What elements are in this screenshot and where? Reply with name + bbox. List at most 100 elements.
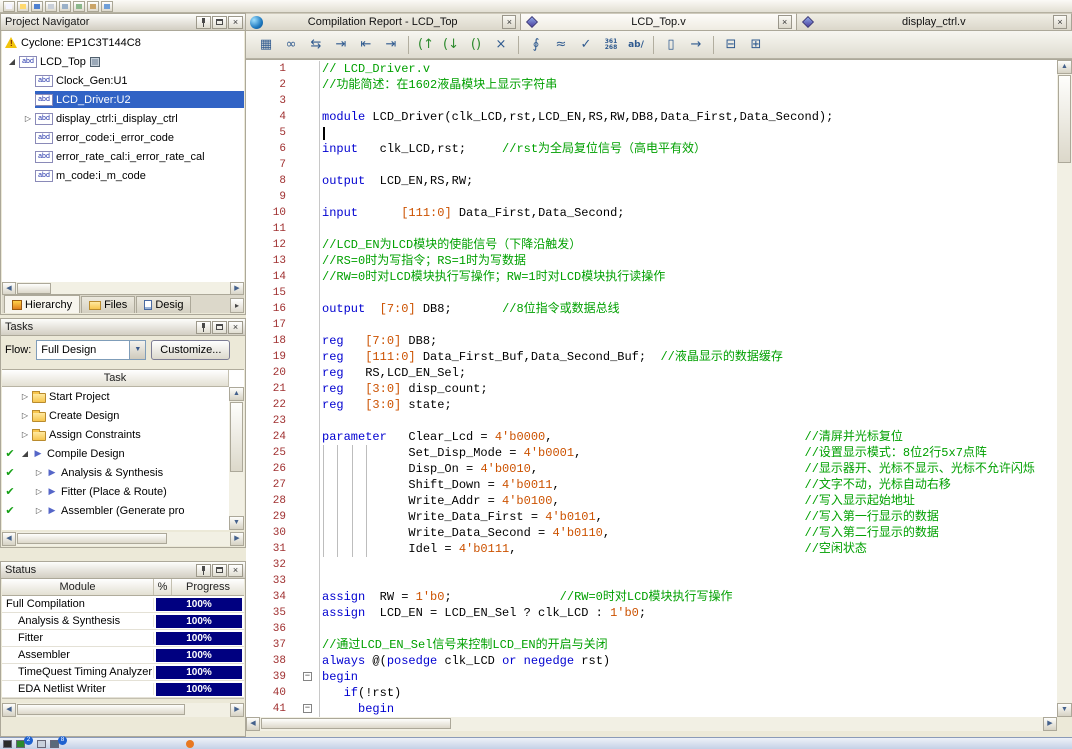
editor-hscrollbar[interactable]: ◀▶ — [246, 717, 1057, 731]
task-collapsed-arrow-icon[interactable]: ▷ — [18, 411, 32, 420]
task-row[interactable]: ✔▷▶Assembler (Generate pro — [2, 501, 229, 520]
tab-scroll-button[interactable]: ▸ — [230, 298, 244, 313]
save-icon[interactable] — [31, 1, 43, 12]
attach-icon[interactable]: ∮ — [524, 34, 548, 56]
close-button[interactable]: × — [228, 16, 243, 29]
prev-bracket-icon[interactable]: (↑ — [414, 34, 438, 56]
fold-toggle-icon[interactable]: − — [303, 672, 312, 681]
code-line[interactable]: 40 if(!rst) — [246, 685, 1057, 701]
editor-window-icon[interactable]: ▦ — [254, 34, 278, 56]
code-line[interactable]: 17 — [246, 317, 1057, 333]
scroll-thumb[interactable] — [17, 704, 185, 715]
scroll-arrow-icon[interactable]: ◀ — [246, 717, 260, 731]
code-line[interactable]: 33 — [246, 573, 1057, 589]
code-line[interactable]: 12//LCD_EN为LCD模块的使能信号（下降沿触发） — [246, 237, 1057, 253]
code-line[interactable]: 36 — [246, 621, 1057, 637]
word-toggle-icon[interactable]: ab/ — [624, 34, 648, 56]
insert-tab-icon[interactable]: ⇥ — [329, 34, 353, 56]
copy-icon[interactable] — [73, 1, 85, 12]
fold-toggle-icon[interactable]: − — [303, 704, 312, 713]
task-row[interactable]: ✔▷▶Fitter (Place & Route) — [2, 482, 229, 501]
match-bracket-icon[interactable]: () — [464, 34, 488, 56]
print-icon[interactable] — [45, 1, 57, 12]
pin-button[interactable] — [196, 564, 211, 577]
hdl-template-icon[interactable]: ≈ — [549, 34, 573, 56]
tree-item[interactable]: abdm_code:i_m_code — [2, 166, 244, 185]
tree-item[interactable]: Cyclone: EP1C3T144C8 — [2, 33, 244, 52]
clear-marks-icon[interactable]: × — [489, 34, 513, 56]
column-percent[interactable]: % — [154, 579, 172, 595]
code-line[interactable]: 27 Shift_Down = 4'b0011, //文字不动，光标自动右移 — [246, 477, 1057, 493]
code-line[interactable]: 6input clk_LCD,rst; //rst为全局复位信号（高电平有效） — [246, 141, 1057, 157]
tree-item[interactable]: abdClock_Gen:U1 — [2, 71, 244, 90]
task-row[interactable]: ▷Assign Constraints — [2, 425, 229, 444]
code-line[interactable]: 14//RW=0时对LCD模块执行写操作；RW=1时对LCD模块执行读操作 — [246, 269, 1057, 285]
scroll-arrow-icon[interactable]: ◀ — [2, 703, 16, 717]
taskbar-app-icon[interactable] — [37, 740, 46, 748]
close-button[interactable]: × — [228, 564, 243, 577]
find-replace-icon[interactable]: ⇆ — [304, 34, 328, 56]
scroll-thumb[interactable] — [17, 533, 167, 544]
document-tab[interactable]: display_ctrl.v× — [797, 13, 1072, 30]
customize-button[interactable]: Customize... — [151, 340, 230, 360]
tab-close-button[interactable]: × — [778, 15, 792, 29]
tasks-titlebar[interactable]: Tasks × — [1, 319, 245, 336]
code-line[interactable]: 11 — [246, 221, 1057, 237]
code-editor[interactable]: 1// LCD_Driver.v2//功能简述：在1602液晶模块上显示字符串3… — [246, 59, 1072, 731]
float-button[interactable] — [212, 16, 227, 29]
code-line[interactable]: 21reg [3:0] disp_count; — [246, 381, 1057, 397]
task-row[interactable]: ✔◢▶Compile Design — [2, 444, 229, 463]
next-bracket-icon[interactable]: (↓ — [439, 34, 463, 56]
task-collapsed-arrow-icon[interactable]: ▷ — [32, 487, 46, 496]
document-tab[interactable]: LCD_Top.v× — [521, 13, 796, 30]
document-tab[interactable]: Compilation Report - LCD_Top× — [246, 13, 521, 30]
scroll-arrow-icon[interactable]: ▲ — [1057, 60, 1072, 74]
code-line[interactable]: 38always @(posedge clk_LCD or negedge rs… — [246, 653, 1057, 669]
code-line[interactable]: 23 — [246, 413, 1057, 429]
task-row[interactable]: ✔▷▶Analysis & Synthesis — [2, 463, 229, 482]
paste-icon[interactable] — [87, 1, 99, 12]
code-line[interactable]: 26 Disp_On = 4'b0010, //显示器开、光标不显示、光标不允许… — [246, 461, 1057, 477]
code-line[interactable]: 13//RS=0时为写指令；RS=1时为写数据 — [246, 253, 1057, 269]
code-line[interactable]: 3 — [246, 93, 1057, 109]
scroll-thumb[interactable] — [261, 718, 451, 729]
new-file-icon[interactable] — [3, 1, 15, 12]
scroll-arrow-icon[interactable]: ▶ — [1043, 717, 1057, 731]
split-horizontal-icon[interactable]: ⊟ — [719, 34, 743, 56]
flow-select[interactable]: Full Design ▼ — [36, 340, 146, 360]
scroll-thumb[interactable] — [230, 402, 243, 472]
task-collapsed-arrow-icon[interactable]: ▷ — [32, 468, 46, 477]
editor-vscrollbar[interactable]: ▲▼ — [1057, 60, 1072, 717]
code-line[interactable]: 4module LCD_Driver(clk_LCD,rst,LCD_EN,RS… — [246, 109, 1057, 125]
project-navigator-titlebar[interactable]: Project Navigator × — [1, 14, 245, 31]
pin-button[interactable] — [196, 321, 211, 334]
panel-tab-files[interactable]: Files — [81, 296, 135, 313]
open-file-icon[interactable] — [17, 1, 29, 12]
split-vertical-icon[interactable]: ⊞ — [744, 34, 768, 56]
tab-close-button[interactable]: × — [1053, 15, 1067, 29]
code-line[interactable]: 24parameter Clear_Lcd = 4'b0000, //清屏并光标… — [246, 429, 1057, 445]
panel-tab-desig[interactable]: Desig — [136, 296, 191, 313]
code-line[interactable]: 32 — [246, 557, 1057, 573]
status-hscrollbar[interactable]: ◀▶ — [2, 703, 244, 717]
pin-button[interactable] — [196, 16, 211, 29]
scroll-arrow-icon[interactable]: ▲ — [229, 387, 244, 401]
code-line[interactable]: 2//功能简述：在1602液晶模块上显示字符串 — [246, 77, 1057, 93]
code-line[interactable]: 29 Write_Data_First = 4'b0101, //写入第一行显示… — [246, 509, 1057, 525]
code-line[interactable]: 8output LCD_EN,RS,RW; — [246, 173, 1057, 189]
code-line[interactable]: 41− begin — [246, 701, 1057, 717]
syntax-check-icon[interactable]: ✓ — [574, 34, 598, 56]
code-line[interactable]: 18reg [7:0] DB8; — [246, 333, 1057, 349]
outdent-icon[interactable]: ⇤ — [354, 34, 378, 56]
code-line[interactable]: 7 — [246, 157, 1057, 173]
tab-close-button[interactable]: × — [502, 15, 516, 29]
status-titlebar[interactable]: Status × — [1, 562, 245, 579]
code-line[interactable]: 9 — [246, 189, 1057, 205]
tree-item[interactable]: abdLCD_Driver:U2 — [2, 90, 244, 109]
code-line[interactable]: 10input [111:0] Data_First,Data_Second; — [246, 205, 1057, 221]
task-collapsed-arrow-icon[interactable]: ▷ — [18, 430, 32, 439]
panel-tab-hierarchy[interactable]: Hierarchy — [4, 295, 80, 313]
tree-item[interactable]: ◢abdLCD_Top — [2, 52, 244, 71]
code-line[interactable]: 30 Write_Data_Second = 4'b0110, //写入第二行显… — [246, 525, 1057, 541]
scroll-arrow-icon[interactable]: ▶ — [230, 703, 244, 717]
